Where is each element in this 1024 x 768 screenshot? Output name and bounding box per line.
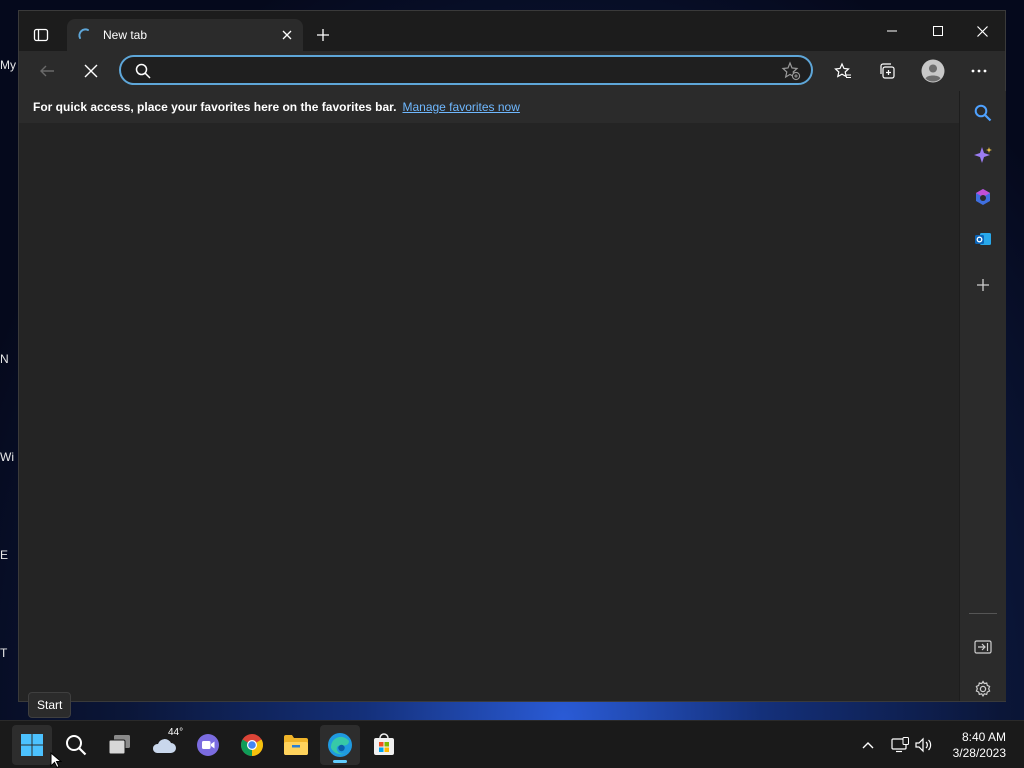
close-icon bbox=[282, 30, 292, 40]
tab-close-button[interactable] bbox=[275, 23, 299, 47]
add-favorite-icon[interactable] bbox=[781, 61, 801, 81]
clock-time: 8:40 AM bbox=[961, 730, 1006, 744]
chrome-icon bbox=[241, 734, 263, 756]
close-icon bbox=[84, 64, 98, 78]
outlook-icon bbox=[975, 233, 991, 245]
favorites-icon bbox=[834, 62, 851, 79]
chevron-up-icon bbox=[862, 742, 874, 749]
new-tab-button[interactable] bbox=[311, 23, 335, 47]
weather-widget-button[interactable]: 44° bbox=[144, 725, 184, 765]
desktop-icon-label[interactable]: T bbox=[0, 646, 18, 660]
mouse-cursor-icon bbox=[50, 752, 62, 768]
teams-chat-icon bbox=[197, 734, 219, 756]
plus-icon bbox=[977, 279, 989, 291]
browser-toolbar bbox=[19, 51, 1005, 91]
microsoft-store-button[interactable] bbox=[364, 725, 404, 765]
tab-actions-button[interactable] bbox=[25, 19, 57, 51]
favorites-bar-message: For quick access, place your favorites h… bbox=[33, 100, 397, 114]
stop-loading-button[interactable] bbox=[75, 55, 107, 87]
collections-icon bbox=[880, 63, 895, 79]
taskbar-search-button[interactable] bbox=[56, 725, 96, 765]
avatar-icon bbox=[921, 59, 945, 83]
sidebar-office-button[interactable] bbox=[967, 181, 999, 213]
more-icon bbox=[971, 69, 987, 73]
collections-button[interactable] bbox=[871, 55, 903, 87]
desktop-icon-label[interactable]: E bbox=[0, 548, 18, 562]
maximize-icon bbox=[933, 26, 943, 36]
edge-button[interactable] bbox=[320, 725, 360, 765]
taskbar: 44° 8:40 AM 3/28/2023 bbox=[0, 720, 1024, 768]
tab-actions-icon bbox=[33, 28, 49, 42]
file-explorer-icon bbox=[284, 735, 308, 755]
minimize-button[interactable] bbox=[869, 11, 915, 51]
task-view-icon bbox=[108, 735, 130, 755]
page-content[interactable] bbox=[19, 123, 959, 701]
address-input[interactable] bbox=[161, 60, 765, 82]
desktop-icon-label[interactable]: My bbox=[0, 58, 18, 72]
office-icon bbox=[976, 189, 990, 205]
minimize-icon bbox=[887, 30, 897, 32]
gear-icon bbox=[975, 680, 991, 698]
sidebar-outlook-button[interactable] bbox=[967, 223, 999, 255]
clock-date: 3/28/2023 bbox=[952, 746, 1006, 760]
sidebar-search-button[interactable] bbox=[967, 97, 999, 129]
search-icon bbox=[974, 104, 992, 122]
edge-icon bbox=[328, 733, 352, 757]
plus-icon bbox=[317, 29, 329, 41]
arrow-left-icon bbox=[40, 65, 54, 77]
settings-and-more-button[interactable] bbox=[963, 55, 995, 87]
teams-chat-button[interactable] bbox=[188, 725, 228, 765]
sparkle-icon bbox=[974, 147, 992, 163]
profile-button[interactable] bbox=[917, 55, 949, 87]
tab-title: New tab bbox=[103, 28, 148, 42]
network-icon bbox=[891, 737, 909, 753]
edge-sidebar bbox=[959, 91, 1006, 701]
favorites-bar: For quick access, place your favorites h… bbox=[19, 91, 959, 124]
browser-window: New tab For quick access, place your fav… bbox=[18, 10, 1006, 702]
chrome-button[interactable] bbox=[232, 725, 272, 765]
manage-favorites-link[interactable]: Manage favorites now bbox=[402, 100, 519, 114]
sidebar-settings-button[interactable] bbox=[967, 673, 999, 705]
hide-sidebar-icon bbox=[974, 640, 992, 654]
title-bar: New tab bbox=[19, 11, 1005, 51]
loading-spinner-icon bbox=[78, 28, 89, 39]
desktop-icon-label[interactable]: N bbox=[0, 352, 18, 366]
show-hidden-icons-button[interactable] bbox=[856, 733, 880, 757]
close-window-button[interactable] bbox=[959, 11, 1005, 51]
tab-new-tab[interactable]: New tab bbox=[67, 19, 303, 51]
maximize-button[interactable] bbox=[915, 11, 961, 51]
sidebar-divider bbox=[969, 613, 997, 614]
close-icon bbox=[976, 25, 988, 37]
taskbar-clock[interactable]: 8:40 AM 3/28/2023 bbox=[953, 729, 1006, 761]
weather-icon bbox=[152, 739, 176, 753]
start-icon bbox=[21, 734, 43, 756]
file-explorer-button[interactable] bbox=[276, 725, 316, 765]
start-button[interactable] bbox=[12, 725, 52, 765]
start-tooltip: Start bbox=[28, 692, 72, 718]
sidebar-add-button[interactable] bbox=[967, 269, 999, 301]
task-view-button[interactable] bbox=[100, 725, 140, 765]
volume-button[interactable] bbox=[912, 733, 936, 757]
network-status-button[interactable] bbox=[888, 733, 912, 757]
search-icon bbox=[135, 63, 151, 79]
hide-sidebar-button[interactable] bbox=[967, 631, 999, 663]
weather-temperature: 44° bbox=[168, 727, 184, 738]
store-icon bbox=[374, 733, 394, 755]
desktop-icon-label[interactable]: Wi bbox=[0, 450, 18, 464]
sidebar-discover-button[interactable] bbox=[967, 139, 999, 171]
speaker-icon bbox=[915, 737, 932, 753]
favorites-button[interactable] bbox=[827, 55, 859, 87]
address-bar[interactable] bbox=[119, 55, 813, 85]
back-button[interactable] bbox=[31, 55, 63, 87]
search-icon bbox=[66, 735, 87, 756]
running-indicator bbox=[333, 760, 347, 763]
